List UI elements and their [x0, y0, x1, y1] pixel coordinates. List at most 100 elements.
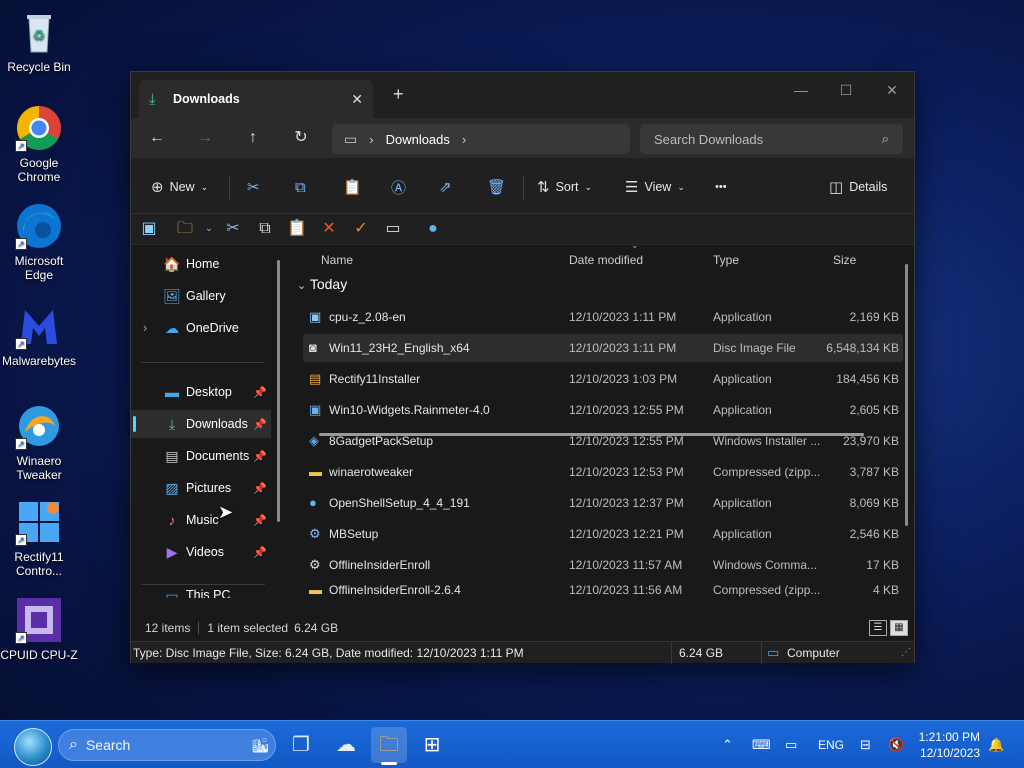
pin-icon[interactable]: 📌: [253, 450, 267, 463]
delete-button[interactable]: 🗑: [487, 174, 506, 200]
nav-item-documents[interactable]: ▤ Documents 📌: [131, 442, 271, 470]
home-icon: 🏠: [163, 255, 181, 272]
details-pane-button[interactable]: ◫ Details: [829, 174, 887, 200]
desktop-icon-edge[interactable]: ↗ Microsoft Edge: [0, 202, 78, 282]
chevron-down-icon: ⌄: [200, 181, 209, 192]
widgets-button[interactable]: ☁: [328, 727, 364, 763]
share-button[interactable]: ⇗: [439, 174, 452, 200]
close-tab-button[interactable]: ✕: [351, 91, 363, 108]
nav-item-music[interactable]: ♪ Music 📌: [131, 506, 271, 534]
divider: [141, 362, 265, 363]
file-row[interactable]: ▣ cpu-z_2.08-en 12/10/2023 1:11 PM Appli…: [303, 303, 903, 331]
clipboard-icon[interactable]: 📋: [285, 218, 309, 240]
cut-button[interactable]: ✂: [247, 174, 260, 200]
checkmark-icon[interactable]: ✓: [349, 218, 373, 240]
view-button[interactable]: ☰ View ⌄: [625, 174, 685, 200]
start-button[interactable]: [14, 728, 52, 766]
column-header-size[interactable]: Size: [833, 246, 856, 274]
breadcrumb-chevron-icon[interactable]: ›: [369, 132, 373, 147]
column-header-type[interactable]: Type: [713, 246, 739, 274]
file-row[interactable]: ● OpenShellSetup_4_4_191 12/10/2023 12:3…: [303, 489, 903, 517]
nav-item-onedrive[interactable]: › ☁ OneDrive: [131, 314, 271, 342]
store-taskbar-button[interactable]: ⊞: [414, 727, 450, 763]
maximize-button[interactable]: ☐: [823, 76, 869, 104]
sort-button[interactable]: ⇅ Sort ⌄: [537, 174, 592, 200]
nav-item-gallery[interactable]: 🖼 Gallery: [131, 282, 271, 310]
recycle-bin-icon: ♻: [15, 8, 63, 56]
pin-icon[interactable]: 📌: [253, 482, 267, 495]
preview-pane-icon[interactable]: ▣: [137, 218, 161, 240]
column-header-name[interactable]: Name: [321, 246, 353, 274]
folder-check-icon[interactable]: 🗀: [173, 218, 197, 240]
nav-item-downloads[interactable]: ⤓ Downloads 📌: [131, 410, 271, 438]
breadcrumb-downloads[interactable]: Downloads: [386, 132, 450, 147]
language-indicator[interactable]: ENG: [818, 721, 844, 768]
up-button[interactable]: ↑: [237, 124, 269, 152]
horizontal-scrollbar[interactable]: [319, 433, 864, 436]
network-icon[interactable]: ⊟: [860, 721, 871, 768]
task-view-button[interactable]: ❐: [283, 727, 319, 763]
file-row[interactable]: ▤ Rectify11Installer 12/10/2023 1:03 PM …: [303, 365, 903, 393]
more-options-button[interactable]: •••: [715, 174, 727, 200]
vertical-scrollbar[interactable]: [905, 264, 908, 526]
nav-item-videos[interactable]: ▶ Videos 📌: [131, 538, 271, 566]
desktop-icon-malwarebytes[interactable]: ↗ Malwarebytes: [0, 302, 78, 368]
file-row[interactable]: ▬ OfflineInsiderEnroll-2.6.4 12/10/2023 …: [303, 582, 903, 598]
desktop-icon-rectify11[interactable]: ↗ Rectify11 Contro...: [0, 498, 78, 578]
file-row[interactable]: ▬ winaerotweaker 12/10/2023 12:53 PM Com…: [303, 458, 903, 486]
new-button[interactable]: ⊕ New ⌄: [151, 174, 208, 200]
volume-muted-icon[interactable]: 🔇: [888, 721, 904, 768]
desktop-icon-cpuz[interactable]: ↗ CPUID CPU-Z: [0, 596, 78, 662]
chevron-down-icon[interactable]: ⌄: [197, 218, 221, 240]
download-icon: ⤓: [168, 415, 176, 432]
pin-icon[interactable]: 📌: [253, 546, 267, 559]
file-row[interactable]: ▣ Win10-Widgets.Rainmeter-4.0 12/10/2023…: [303, 396, 903, 424]
touchpad-icon[interactable]: ▭: [785, 721, 797, 768]
expand-chevron-icon[interactable]: ›: [143, 321, 147, 335]
shell-icon[interactable]: ●: [421, 218, 445, 240]
show-hidden-icons-button[interactable]: ⌃: [722, 721, 733, 768]
file-row-selected[interactable]: ◙ Win11_23H2_English_x64 12/10/2023 1:11…: [303, 334, 903, 362]
nav-item-home[interactable]: 🏠 Home: [131, 250, 271, 278]
tab-downloads[interactable]: ⤓ Downloads ✕: [139, 80, 373, 118]
desktop-icon-chrome[interactable]: ↗ Google Chrome: [0, 104, 78, 184]
tiles-view-icon[interactable]: ▦: [890, 620, 908, 636]
file-row[interactable]: ◈ 8GadgetPackSetup 12/10/2023 12:55 PM W…: [303, 427, 903, 455]
details-view-icon[interactable]: ☰: [869, 620, 887, 636]
scissors-icon[interactable]: ✂: [221, 218, 245, 240]
resize-grip-icon[interactable]: ⋰: [901, 642, 911, 664]
paste-button[interactable]: 📋: [343, 174, 362, 200]
pin-icon[interactable]: 📌: [253, 514, 267, 527]
copy-icon[interactable]: ⧉: [253, 218, 277, 240]
file-row[interactable]: ⚙ OfflineInsiderEnroll 12/10/2023 11:57 …: [303, 551, 903, 579]
file-explorer-taskbar-button[interactable]: 🗀: [371, 727, 407, 765]
forward-button[interactable]: →: [189, 124, 221, 152]
taskbar-search-box[interactable]: ⌕ Search 🏙: [58, 729, 276, 761]
back-button[interactable]: ←: [141, 124, 173, 152]
rename-button[interactable]: Ⓐ: [391, 174, 406, 200]
refresh-button[interactable]: ↻: [285, 124, 317, 152]
file-type: Windows Installer ...: [713, 434, 821, 448]
search-input[interactable]: Search Downloads ⌕: [640, 124, 903, 154]
nav-item-desktop[interactable]: ▬ Desktop 📌: [131, 378, 271, 406]
desktop-icon-winaero[interactable]: ↗ Winaero Tweaker: [0, 402, 78, 482]
system-clock[interactable]: 1:21:00 PM 12/10/2023: [919, 729, 980, 761]
pin-icon[interactable]: 📌: [253, 418, 267, 431]
properties-icon[interactable]: ▭: [381, 218, 405, 240]
desktop-icon-recycle-bin[interactable]: ♻ Recycle Bin: [0, 8, 78, 74]
pin-icon[interactable]: 📌: [253, 386, 267, 399]
close-window-button[interactable]: ✕: [869, 76, 915, 104]
minimize-button[interactable]: —: [778, 76, 824, 104]
keyboard-icon[interactable]: ⌨: [752, 721, 771, 768]
delete-x-icon[interactable]: ✕: [317, 218, 341, 240]
new-tab-button[interactable]: +: [393, 84, 404, 105]
copy-button[interactable]: ⧉: [295, 174, 306, 200]
file-row[interactable]: ⚙ MBSetup 12/10/2023 12:21 PM Applicatio…: [303, 520, 903, 548]
navigation-scrollbar[interactable]: [277, 260, 280, 522]
address-bar[interactable]: ▭ › Downloads ›: [332, 124, 630, 154]
notification-bell-icon[interactable]: 🔔: [988, 721, 1004, 768]
breadcrumb-chevron-icon[interactable]: ›: [462, 132, 466, 147]
group-header-today[interactable]: ⌄ Today: [297, 276, 347, 292]
nav-item-thispc[interactable]: ▭ This PC: [131, 588, 271, 598]
nav-item-pictures[interactable]: ▨ Pictures 📌: [131, 474, 271, 502]
